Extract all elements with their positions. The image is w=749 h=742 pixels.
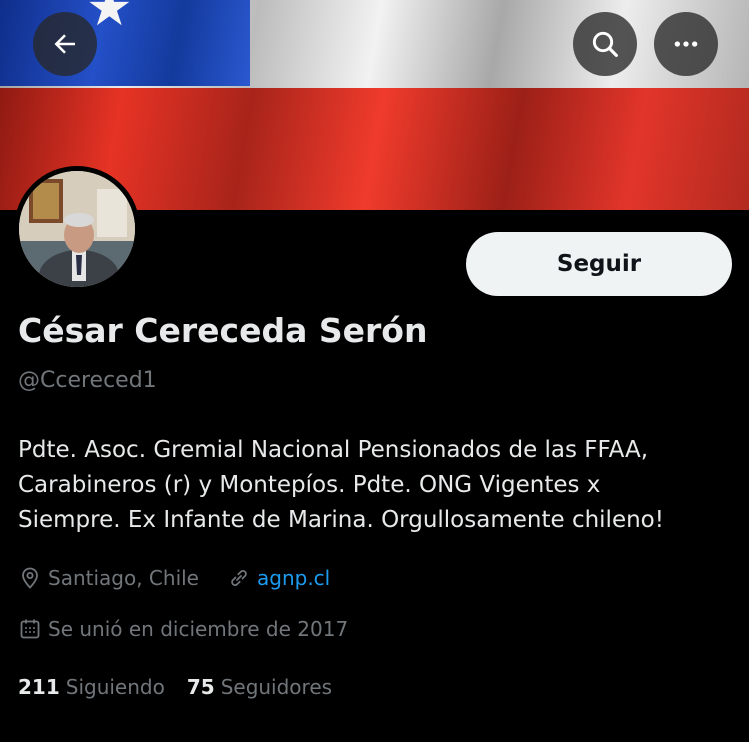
following-link[interactable]: 211 Siguiendo: [18, 675, 165, 699]
more-horizontal-icon: [674, 41, 698, 47]
profile-website-link[interactable]: agnp.cl: [257, 566, 330, 590]
profile-joined-date: Se unió en diciembre de 2017: [48, 617, 349, 641]
profile-handle: @Ccereced1: [18, 368, 157, 393]
followers-link[interactable]: 75 Seguidores: [187, 675, 332, 699]
avatar-photo: [19, 171, 135, 287]
location-pin-icon: [22, 567, 38, 589]
bio-line: Carabineros (r) y Montepíos. Pdte. ONG V…: [18, 472, 601, 498]
profile-bio: Pdte. Asoc. Gremial Nacional Pensionados…: [18, 433, 738, 538]
avatar[interactable]: [14, 166, 140, 292]
profile-meta-row: Santiago, Chile agnp.cl: [18, 566, 330, 590]
following-label: Siguiendo: [65, 675, 165, 699]
back-button[interactable]: [33, 12, 97, 76]
profile-stats: 211 Siguiendo 75 Seguidores: [18, 675, 354, 699]
profile-joined-row: Se unió en diciembre de 2017: [18, 617, 348, 641]
arrow-left-icon: [54, 34, 75, 54]
avatar-portrait-image: [19, 171, 135, 287]
link-icon: [231, 570, 247, 586]
bio-line: Pdte. Asoc. Gremial Nacional Pensionados…: [18, 437, 649, 463]
bio-line: Siempre. Ex Infante de Marina. Orgullosa…: [18, 507, 664, 533]
following-count: 211: [18, 675, 60, 699]
follow-button[interactable]: Seguir: [466, 232, 732, 296]
search-icon: [592, 31, 618, 57]
search-button[interactable]: [573, 12, 637, 76]
followers-label: Seguidores: [220, 675, 333, 699]
followers-count: 75: [186, 675, 215, 699]
profile-name: César Cereceda Serón: [18, 311, 428, 350]
calendar-icon: [20, 619, 40, 639]
profile-location: Santiago, Chile: [48, 566, 199, 590]
more-options-button[interactable]: [654, 12, 718, 76]
